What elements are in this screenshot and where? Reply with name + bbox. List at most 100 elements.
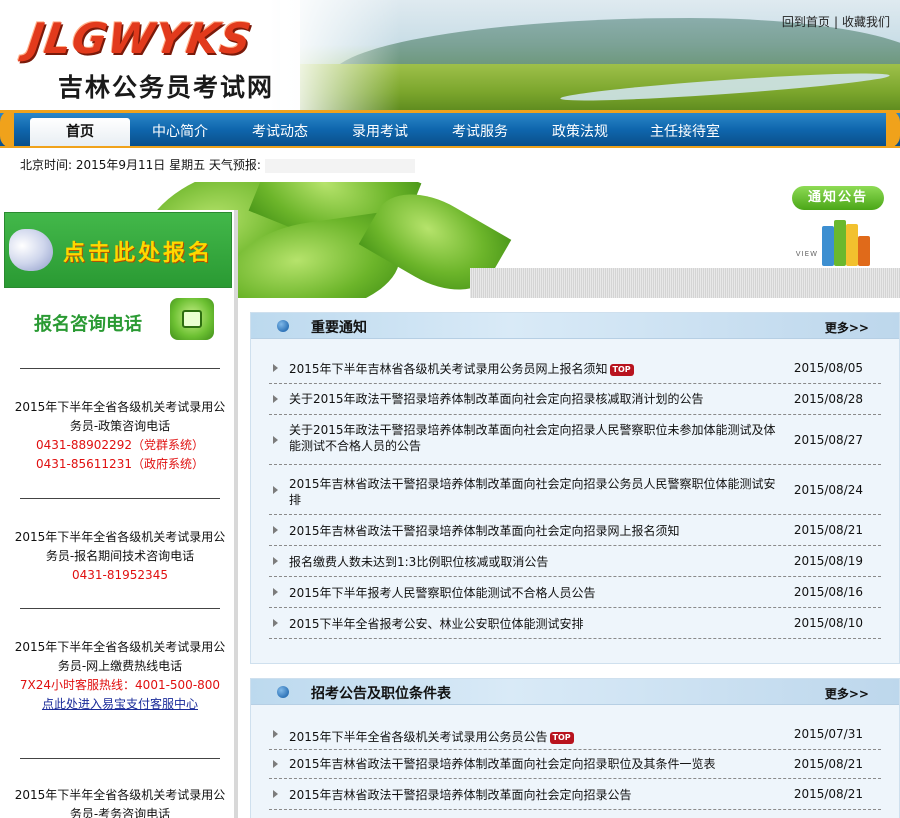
item-title: 报名缴费人数未达到1:3比例职位核减或取消公告 <box>289 555 549 569</box>
nav-item-news[interactable]: 考试动态 <box>230 118 330 146</box>
bullet-dot-icon <box>277 320 289 332</box>
arrow-right-icon <box>273 485 278 494</box>
item-date: 2015/07/31 <box>793 727 863 741</box>
item-date: 2015/08/24 <box>793 482 863 497</box>
main-nav: 首页 中心简介 考试动态 录用考试 考试服务 政策法规 主任接待室 <box>0 110 900 148</box>
contact-block: 2015年下半年全省各级机关考试录用公务员-报名期间技术咨询电话 0431-81… <box>14 528 226 585</box>
time-bar: 北京时间: 2015年9月11日 星期五 天气预报: <box>0 150 900 180</box>
contact-phone: 7X24小时客服热线：4001-500-800 <box>19 678 221 692</box>
list-item[interactable]: 报名缴费人数未达到1:3比例职位核减或取消公告 2015/08/19 <box>269 546 881 577</box>
item-title: 2015年吉林省政法干警招录培养体制改革面向社会定向招录公务员人民警察职位体能测… <box>289 477 776 507</box>
arrow-right-icon <box>273 790 278 798</box>
item-date: 2015/08/16 <box>793 585 863 599</box>
important-notices-panel: 重要通知 更多>> 2015年下半年吉林省各级机关考试录用公务员网上报名须知 TO… <box>250 312 900 664</box>
item-date: 2015/08/19 <box>793 554 863 568</box>
item-date: 2015/08/27 <box>793 432 863 447</box>
arrow-right-icon <box>273 557 278 565</box>
list-item[interactable]: 2015年下半年全省各级机关考试录用公务员公告 TOP 2015/07/31 <box>269 719 881 750</box>
keypad-shape <box>182 310 202 328</box>
list-item[interactable]: 2015年吉林省政法干警招录培养体制改革面向社会定向招录职位及其条件一览表 20… <box>269 750 881 779</box>
divider <box>20 498 220 499</box>
site-logo[interactable]: JLGWYKS <box>25 14 255 63</box>
item-title: 2015年下半年报考人民警察职位体能测试不合格人员公告 <box>289 586 596 600</box>
item-title: 2015年吉林省政法干警招录培养体制改革面向社会定向招录网上报名须知 <box>289 524 680 538</box>
arrow-right-icon <box>273 526 278 534</box>
site-name: 吉林公务员考试网 <box>58 73 275 102</box>
divider <box>20 368 220 369</box>
list-item[interactable]: 2015年吉林省政法干警招录培养体制改革面向社会定向招录公告 2015/08/2… <box>269 779 881 810</box>
book-shape <box>822 226 834 266</box>
more-link[interactable]: 更多>> <box>825 685 869 702</box>
weather-widget <box>264 158 415 173</box>
item-date: 2015/08/05 <box>793 361 863 375</box>
hotline-title: 报名咨询电话 <box>34 314 142 335</box>
list-item[interactable]: 2015年下半年吉林省各级机关考试录用公务员网上报名须知 TOP 2015/08/… <box>269 353 881 384</box>
banner-fade <box>280 0 400 112</box>
arrow-right-icon <box>273 435 278 444</box>
book-shape <box>834 220 846 266</box>
book-shape <box>858 236 870 266</box>
header-banner: JLGWYKS 吉林公务员考试网 回到首页 | 收藏我们 <box>0 0 900 112</box>
bookmark-link[interactable]: 收藏我们 <box>842 15 890 29</box>
signup-button[interactable]: 点击此处报名 <box>4 212 232 288</box>
list-item[interactable]: 2015年吉林省政法干警招录培养体制改革面向社会定向招录公务员人民警察职位体能测… <box>269 465 881 515</box>
yeepay-service-link[interactable]: 点此处进入易宝支付客服中心 <box>14 695 226 714</box>
bullet-dot-icon <box>277 686 289 698</box>
notice-tag[interactable]: 通知公告 <box>792 186 884 210</box>
nav-item-home[interactable]: 首页 <box>30 118 130 146</box>
contact-block: 2015年下半年全省各级机关考试录用公务员-网上缴费热线电话 7X24小时客服热… <box>14 638 226 714</box>
contact-title: 2015年下半年全省各级机关考试录用公务员-政策咨询电话 <box>14 400 226 433</box>
home-link[interactable]: 回到首页 <box>782 15 830 29</box>
divider <box>20 608 220 609</box>
contact-phone: 0431-81952345 <box>72 568 168 582</box>
panel-header: 重要通知 更多>> <box>251 313 899 339</box>
top-badge: TOP <box>549 732 574 744</box>
list-item[interactable]: 2015年吉林省政法干警招录培养体制改革面向社会定向招录网上报名须知 2015/… <box>269 515 881 546</box>
item-date: 2015/08/21 <box>793 523 863 537</box>
item-title: 2015年吉林省政法干警招录培养体制改革面向社会定向招录公告 <box>289 788 632 802</box>
list-item[interactable]: 2015年下半年报考人民警察职位体能测试不合格人员公告 2015/08/16 <box>269 577 881 608</box>
arrow-right-icon <box>273 760 278 768</box>
books-icon <box>822 218 878 266</box>
contact-title: 2015年下半年全省各级机关考试录用公务员-报名期间技术咨询电话 <box>14 530 226 563</box>
nav-item-service[interactable]: 考试服务 <box>430 118 530 146</box>
panel-title: 招考公告及职位条件表 <box>311 686 451 702</box>
item-title: 2015年吉林省政法干警招录培养体制改革面向社会定向招录职位及其条件一览表 <box>289 757 716 771</box>
divider <box>20 758 220 759</box>
more-link[interactable]: 更多>> <box>825 319 869 336</box>
contact-title: 2015年下半年全省各级机关考试录用公务员-网上缴费热线电话 <box>14 640 226 673</box>
list-item[interactable]: 关于2015年政法干警招录培养体制改革面向社会定向招录核减取消计划的公告 201… <box>269 384 881 415</box>
list-item[interactable]: 关于2015年政法干警招录培养体制改革面向社会定向招录人民警察职位未参加体能测试… <box>269 415 881 465</box>
nav-item-about[interactable]: 中心简介 <box>130 118 230 146</box>
contact-title: 2015年下半年全省各级机关考试录用公务员-考务咨询电话 <box>14 788 226 818</box>
panel-header: 招考公告及职位条件表 更多>> <box>251 679 899 705</box>
panel-title: 重要通知 <box>311 320 367 336</box>
link-separator: | <box>833 15 838 29</box>
top-badge: TOP <box>609 364 634 376</box>
nav-cap-left <box>0 110 14 148</box>
arrow-right-icon <box>273 588 278 596</box>
contact-phone: 0431-85611231（政府系统） <box>36 457 204 471</box>
contact-block: 2015年下半年全省各级机关考试录用公务员-考务咨询电话 <box>14 786 226 818</box>
item-title: 2015年下半年全省各级机关考试录用公务员公告 <box>289 730 548 744</box>
item-date: 2015/08/28 <box>793 392 863 406</box>
view-label: VIEW <box>795 250 818 258</box>
arrow-right-icon <box>273 619 278 627</box>
recruit-list: 2015年下半年全省各级机关考试录用公务员公告 TOP 2015/07/31 20… <box>269 719 881 810</box>
recruitment-panel: 招考公告及职位条件表 更多>> 2015年下半年全省各级机关考试录用公务员公告 T… <box>250 678 900 818</box>
nav-item-exam[interactable]: 录用考试 <box>330 118 430 146</box>
arrow-right-icon <box>273 730 278 738</box>
book-shape <box>846 224 858 266</box>
contact-phone: 0431-88902292（党群系统） <box>36 438 204 452</box>
list-item[interactable]: 2015下半年全省报考公安、林业公安职位体能测试安排 2015/08/10 <box>269 608 881 639</box>
item-title: 关于2015年政法干警招录培养体制改革面向社会定向招录核减取消计划的公告 <box>289 392 704 406</box>
nav-item-policy[interactable]: 政策法规 <box>530 118 630 146</box>
item-title: 2015下半年全省报考公安、林业公安职位体能测试安排 <box>289 617 584 631</box>
arrow-right-icon <box>273 364 278 372</box>
banner-stripe <box>470 268 900 298</box>
leaf-banner: 通知公告 VIEW <box>140 182 900 298</box>
item-date: 2015/08/21 <box>793 787 863 801</box>
item-date: 2015/08/21 <box>793 757 863 771</box>
nav-item-reception[interactable]: 主任接待室 <box>630 118 740 146</box>
top-links: 回到首页 | 收藏我们 <box>782 13 890 30</box>
